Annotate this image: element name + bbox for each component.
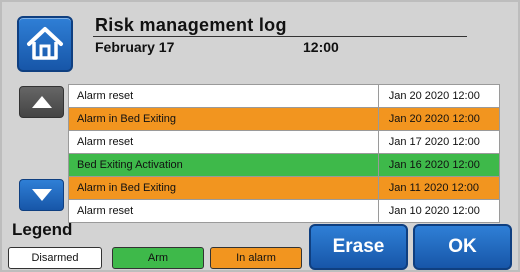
log-event-cell: Alarm reset [68, 84, 379, 108]
scroll-up-button[interactable] [19, 86, 64, 118]
log-event-cell: Alarm reset [68, 199, 379, 223]
table-row[interactable]: Alarm reset Jan 17 2020 12:00 [68, 130, 501, 154]
legend-label: Disarmed [31, 252, 79, 264]
log-timestamp-cell: Jan 20 2020 12:00 [377, 107, 501, 131]
table-row[interactable]: Bed Exiting Activation Jan 16 2020 12:00 [68, 153, 501, 177]
legend-title: Legend [12, 220, 73, 239]
header-divider [93, 36, 467, 37]
page-title: Risk management log [95, 15, 287, 35]
log-event-cell: Alarm reset [68, 130, 379, 154]
legend-item-disarmed: Disarmed [8, 247, 102, 269]
current-time: 12:00 [303, 39, 339, 55]
app-frame: Risk management log February 17 12:00 Al… [0, 0, 520, 272]
log-timestamp-cell: Jan 20 2020 12:00 [377, 84, 501, 108]
log-event-cell: Bed Exiting Activation [68, 153, 379, 177]
log-event-cell: Alarm in Bed Exiting [68, 107, 379, 131]
erase-button[interactable]: Erase [309, 224, 408, 270]
legend-label: Arm [147, 252, 169, 264]
log-event-cell: Alarm in Bed Exiting [68, 176, 379, 200]
legend-item-in-alarm: In alarm [210, 247, 302, 269]
ok-button[interactable]: OK [413, 224, 512, 270]
triangle-up-icon [31, 96, 52, 108]
log-table: Alarm reset Jan 20 2020 12:00 Alarm in Bed… [68, 84, 501, 223]
legend-item-arm: Arm [112, 247, 204, 269]
table-row[interactable]: Alarm in Bed Exiting Jan 11 2020 12:00 [68, 176, 501, 200]
log-timestamp-cell: Jan 11 2020 12:00 [377, 176, 501, 200]
triangle-down-icon [31, 189, 52, 201]
home-icon [27, 27, 63, 60]
log-timestamp-cell: Jan 17 2020 12:00 [377, 130, 501, 154]
current-date: February 17 [95, 39, 175, 55]
log-timestamp-cell: Jan 16 2020 12:00 [377, 153, 501, 177]
home-button[interactable] [17, 16, 73, 72]
log-timestamp-cell: Jan 10 2020 12:00 [377, 199, 501, 223]
table-row[interactable]: Alarm reset Jan 20 2020 12:00 [68, 84, 501, 108]
legend-label: In alarm [236, 252, 276, 264]
table-row[interactable]: Alarm reset Jan 10 2020 12:00 [68, 199, 501, 223]
table-row[interactable]: Alarm in Bed Exiting Jan 20 2020 12:00 [68, 107, 501, 131]
scroll-down-button[interactable] [19, 179, 64, 211]
